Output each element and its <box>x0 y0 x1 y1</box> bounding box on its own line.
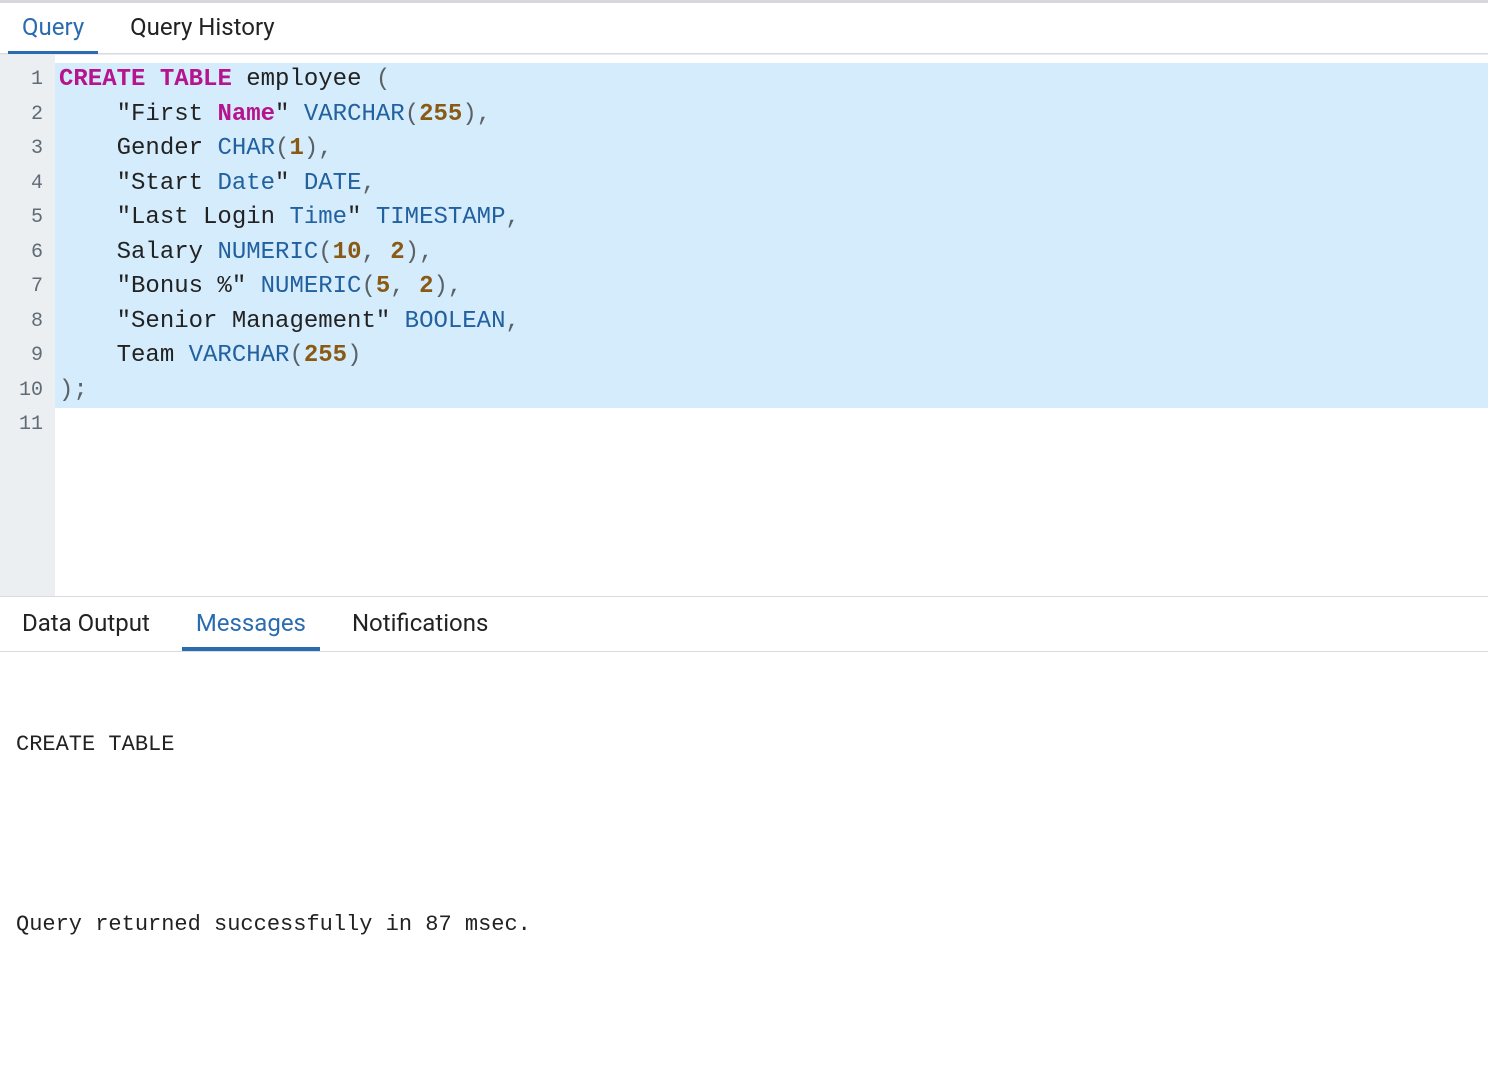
code-line[interactable]: ); <box>55 374 1488 409</box>
line-number: 11 <box>0 408 55 443</box>
code-line[interactable]: CREATE TABLE employee ( <box>55 63 1488 98</box>
line-number: 5 <box>0 201 55 236</box>
code-line[interactable]: "Bonus %" NUMERIC(5, 2), <box>55 270 1488 305</box>
line-number: 6 <box>0 236 55 271</box>
output-tab-bar: Data Output Messages Notifications <box>0 596 1488 652</box>
message-spacer <box>16 820 1472 850</box>
sql-code-area[interactable]: CREATE TABLE employee ( "First Name" VAR… <box>55 55 1488 596</box>
code-line[interactable]: "Senior Management" BOOLEAN, <box>55 305 1488 340</box>
line-number: 4 <box>0 167 55 202</box>
code-line[interactable]: "Last Login Time" TIMESTAMP, <box>55 201 1488 236</box>
line-number: 10 <box>0 374 55 409</box>
line-number-gutter: 1234567891011 <box>0 55 55 596</box>
tab-query-history[interactable]: Query History <box>116 1 288 55</box>
message-line: Query returned successfully in 87 msec. <box>16 910 1472 940</box>
line-number: 8 <box>0 305 55 340</box>
tab-query[interactable]: Query <box>8 1 98 55</box>
tab-messages[interactable]: Messages <box>182 597 320 651</box>
messages-panel: CREATE TABLE Query returned successfully… <box>0 652 1488 1072</box>
line-number: 2 <box>0 98 55 133</box>
line-number: 9 <box>0 339 55 374</box>
code-line[interactable] <box>55 408 1488 443</box>
query-tab-bar: Query Query History <box>0 0 1488 54</box>
code-line[interactable]: Team VARCHAR(255) <box>55 339 1488 374</box>
tab-notifications[interactable]: Notifications <box>338 597 502 651</box>
tab-data-output[interactable]: Data Output <box>8 597 164 651</box>
line-number: 3 <box>0 132 55 167</box>
code-line[interactable]: "First Name" VARCHAR(255), <box>55 98 1488 133</box>
message-line: CREATE TABLE <box>16 730 1472 760</box>
line-number: 7 <box>0 270 55 305</box>
code-line[interactable]: Gender CHAR(1), <box>55 132 1488 167</box>
code-line[interactable]: Salary NUMERIC(10, 2), <box>55 236 1488 271</box>
query-tool-root: Query Query History 1234567891011 CREATE… <box>0 0 1488 1072</box>
line-number: 1 <box>0 63 55 98</box>
code-line[interactable]: "Start Date" DATE, <box>55 167 1488 202</box>
sql-editor[interactable]: 1234567891011 CREATE TABLE employee ( "F… <box>0 54 1488 596</box>
